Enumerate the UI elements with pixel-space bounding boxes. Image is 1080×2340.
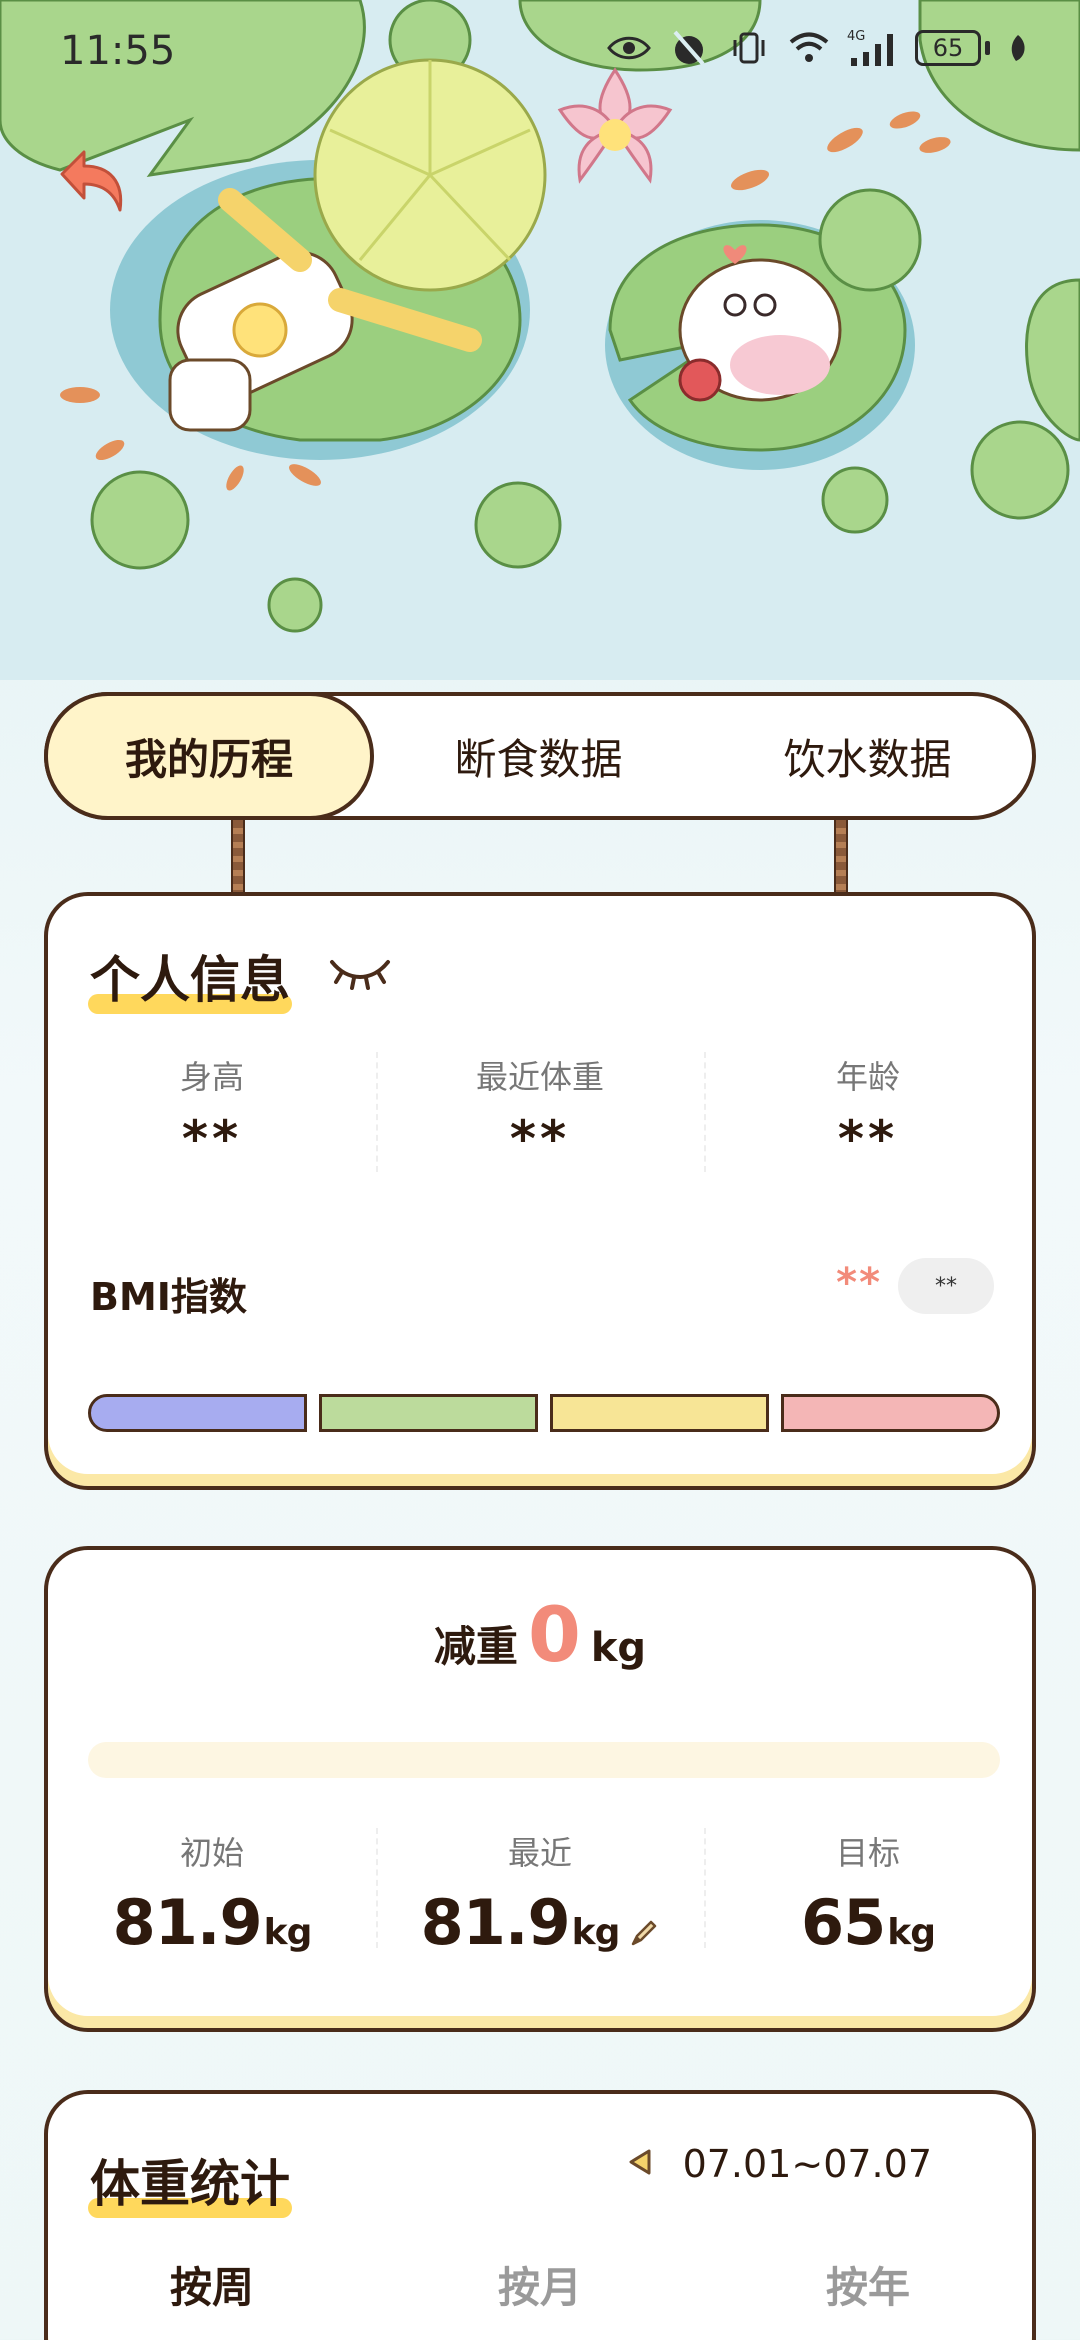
- eye-closed-icon[interactable]: [328, 956, 392, 994]
- date-range-selector: 07.01~07.07: [627, 2142, 932, 2186]
- rope-decoration: [834, 820, 848, 894]
- bmi-label: BMI指数: [90, 1275, 247, 1319]
- stat-value: **: [509, 1110, 571, 1168]
- bmi-segment-normal: [319, 1394, 538, 1432]
- initial-weight-stat: 初始 81.9kg: [48, 1828, 376, 1963]
- status-bar: 11:55 4G 65: [0, 0, 1080, 100]
- bmi-segment-underweight: [88, 1394, 307, 1432]
- personal-info-card: 个人信息 身高 ** 最近体重 ** 年龄 ** BMI指数 ** **: [44, 892, 1036, 1490]
- stat-label: 最近: [507, 1834, 572, 1872]
- tab-by-year[interactable]: 按年: [704, 2254, 1032, 2315]
- weight-loss-unit: kg: [590, 1625, 647, 1671]
- network-type-label: 4G: [847, 29, 865, 44]
- stat-unit: kg: [887, 1912, 936, 1953]
- tab-label: 我的历程: [124, 734, 293, 784]
- stat-value: 65: [801, 1886, 886, 1959]
- previous-range-icon[interactable]: [627, 2142, 653, 2186]
- target-weight-stat: 目标 65kg: [704, 1828, 1032, 1963]
- status-icons: 4G 65: [607, 26, 1030, 70]
- battery-level: 65: [915, 30, 981, 66]
- recent-weight-stat: 最近体重 **: [376, 1052, 704, 1172]
- stat-value: **: [837, 1110, 899, 1168]
- back-button[interactable]: [44, 140, 134, 230]
- stat-unit: kg: [571, 1912, 621, 1953]
- status-time: 11:55: [60, 28, 176, 74]
- date-range-label: 07.01~07.07: [682, 2142, 932, 2186]
- weight-stats: 初始 81.9kg 最近 81.9kg 目标 65kg: [48, 1828, 1032, 1963]
- stat-label: 目标: [835, 1834, 900, 1872]
- bmi-segment-overweight: [550, 1394, 769, 1432]
- bmi-scale-bar: [88, 1394, 1000, 1432]
- stat-label: 年龄: [835, 1058, 900, 1096]
- wifi-icon: [787, 26, 831, 70]
- bmi-segment-obese: [781, 1394, 1000, 1432]
- weight-loss-prefix: 减重: [433, 1622, 518, 1671]
- eye-icon: [607, 26, 651, 70]
- rope-decoration: [231, 820, 245, 894]
- stat-label: 初始: [179, 1834, 244, 1872]
- age-stat: 年龄 **: [704, 1052, 1032, 1172]
- recent-weight-stat[interactable]: 最近 81.9kg: [376, 1828, 704, 1963]
- stat-label: 身高: [179, 1058, 244, 1096]
- weight-stats-title: 体重统计: [88, 2144, 292, 2218]
- pencil-icon[interactable]: [629, 1890, 659, 1963]
- stat-unit: kg: [263, 1912, 313, 1953]
- tab-label: 饮水数据: [783, 734, 952, 784]
- stat-label: 最近体重: [475, 1058, 604, 1096]
- personal-info-title: 个人信息: [88, 940, 292, 1014]
- back-arrow-icon: [60, 150, 123, 212]
- height-stat: 身高 **: [48, 1052, 376, 1168]
- vibrate-icon: [727, 26, 771, 70]
- bmi-value: **: [836, 1260, 882, 1306]
- weight-loss-progress-bar: [88, 1742, 1000, 1778]
- signal-icon: 4G: [847, 26, 899, 70]
- alarm-icon: [667, 26, 711, 70]
- period-tabs: 按周 按月 按年: [48, 2254, 1032, 2319]
- battery-icon: 65: [915, 30, 990, 66]
- stat-value: 81.9: [112, 1886, 263, 1959]
- tab-by-month[interactable]: 按月: [376, 2254, 704, 2315]
- weight-loss-summary: 减重 0 kg: [48, 1590, 1032, 1679]
- top-tabs: 我的历程 断食数据 饮水数据: [44, 692, 1036, 820]
- bmi-status-chip: **: [898, 1258, 994, 1314]
- stat-value: **: [181, 1110, 243, 1168]
- tab-fasting-data[interactable]: 断食数据: [374, 696, 703, 816]
- personal-stats: 身高 ** 最近体重 ** 年龄 **: [48, 1052, 1032, 1172]
- tab-water-data[interactable]: 饮水数据: [703, 696, 1032, 816]
- weight-stats-card: 体重统计 07.01~07.07 按周 按月 按年 kg: [44, 2090, 1036, 2340]
- header-illustration: [0, 0, 1080, 680]
- tab-by-week[interactable]: 按周: [48, 2254, 376, 2319]
- weight-loss-value: 0: [527, 1590, 581, 1679]
- stat-value: 81.9: [420, 1886, 571, 1959]
- pond-illustration: [0, 0, 1080, 680]
- weight-loss-card: 减重 0 kg 初始 81.9kg 最近 81.9kg 目标 65kg: [44, 1546, 1036, 2032]
- tab-label: 断食数据: [454, 734, 623, 784]
- leaf-icon: [1006, 26, 1030, 70]
- tab-my-journey[interactable]: 我的历程: [44, 692, 374, 820]
